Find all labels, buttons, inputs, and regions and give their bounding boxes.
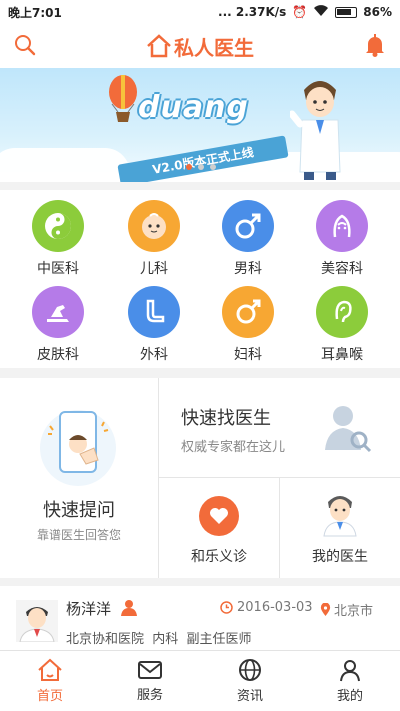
quick-ask-card[interactable]: 快速提问 靠谱医生回答您 (0, 378, 158, 578)
battery-icon (335, 6, 358, 18)
wifi-icon (313, 4, 329, 20)
clock-icon (220, 601, 233, 614)
location-pin-icon (320, 602, 331, 616)
find-doctor-card[interactable]: 快速找医生 权威专家都在这儿 (159, 378, 400, 477)
tab-mine[interactable]: 我的 (300, 651, 400, 711)
yin-yang-icon (32, 200, 84, 252)
house-icon (147, 34, 171, 58)
consult-date: 2016-03-03 (220, 600, 313, 615)
dept-item-gynecology[interactable]: 妇科 (198, 276, 298, 364)
dept-item-pediatrics[interactable]: 儿科 (104, 190, 204, 278)
tab-label: 资讯 (236, 689, 263, 704)
banner-headline: duang (138, 90, 249, 125)
female-symbol-icon (222, 286, 274, 338)
my-doctor-card[interactable]: 我的医生 (280, 478, 400, 578)
dept-label: 外科 (140, 347, 168, 363)
tab-label: 服务 (136, 688, 163, 703)
logo-text: 私人医生 (174, 35, 254, 60)
quick-ask-subtitle: 靠谱医生回答您 (36, 528, 121, 542)
find-doctor-title: 快速找医生 (181, 408, 271, 429)
dept-label: 耳鼻喉 (321, 347, 363, 363)
alarm-icon: ⏰ (292, 5, 308, 19)
doctor-list-item[interactable]: 杨洋洋 2016-03-03 北京市 北京协和医院 内科 副主任医师 (0, 586, 400, 650)
status-bar: 晚上7:01 ... 2.37K/s ⏰ 86% (0, 0, 400, 24)
doctor-illustration (290, 81, 341, 180)
app-header: 私人医生 (0, 24, 400, 68)
balloon-icon (109, 75, 137, 122)
tab-label: 首页 (36, 689, 63, 704)
dept-item-ent[interactable]: 耳鼻喉 (292, 276, 392, 364)
dept-label: 皮肤科 (37, 347, 79, 363)
battery-percent: 86% (363, 5, 392, 19)
dept-item-tcm[interactable]: 中医科 (8, 190, 108, 278)
dept-item-surgery[interactable]: 外科 (104, 276, 204, 364)
tab-label: 我的 (336, 689, 363, 704)
network-speed: ... 2.37K/s (218, 5, 287, 19)
leg-icon (128, 286, 180, 338)
ear-icon (316, 286, 368, 338)
user-icon (340, 660, 360, 682)
dept-label: 美容科 (321, 261, 363, 277)
doctor-avatar-icon (323, 496, 357, 537)
charity-clinic-card[interactable]: 和乐义诊 (159, 478, 279, 578)
doctor-name: 杨洋洋 (66, 598, 138, 619)
skin-hand-icon (32, 286, 84, 338)
dept-label: 中医科 (37, 261, 79, 277)
app-logo: 私人医生 (146, 32, 254, 61)
bottom-tab-bar: 首页 服务 资讯 我的 (0, 650, 400, 711)
tab-home[interactable]: 首页 (0, 651, 100, 711)
quick-ask-title: 快速提问 (43, 500, 115, 521)
heart-chat-icon (199, 496, 239, 536)
phone-tap-icon (40, 410, 116, 486)
tab-news[interactable]: 资讯 (200, 651, 300, 711)
mail-icon (138, 661, 162, 679)
status-time: 晚上7:01 (8, 5, 62, 20)
doctor-hospital-info: 北京协和医院 内科 副主任医师 (66, 632, 252, 647)
charity-clinic-label: 和乐义诊 (191, 549, 247, 565)
search-icon[interactable] (14, 34, 36, 60)
verified-doctor-icon (120, 600, 137, 616)
find-doctor-subtitle: 权威专家都在这儿 (181, 440, 286, 455)
female-face-icon (316, 200, 368, 252)
dept-item-cosmetic[interactable]: 美容科 (292, 190, 392, 278)
dept-item-dermatology[interactable]: 皮肤科 (8, 276, 108, 364)
my-doctor-label: 我的医生 (312, 549, 368, 565)
feature-grid: 快速提问 靠谱医生回答您 快速找医生 权威专家都在这儿 和乐义诊 我的医生 (0, 378, 400, 578)
dept-label: 妇科 (234, 347, 262, 363)
home-icon (38, 658, 62, 681)
doctor-avatar (16, 600, 58, 643)
dept-item-andrology[interactable]: 男科 (198, 190, 298, 278)
doctor-city: 北京市 (320, 600, 373, 619)
dept-label: 儿科 (140, 261, 168, 277)
doctor-search-icon (325, 406, 372, 453)
male-symbol-icon (222, 200, 274, 252)
banner-pager[interactable] (186, 164, 216, 170)
dept-label: 男科 (234, 261, 262, 277)
globe-icon (239, 659, 261, 681)
department-grid: 中医科 儿科 男科 美容科 皮肤科 外科 妇科 耳鼻喉 (0, 190, 400, 368)
bell-icon[interactable] (364, 33, 386, 61)
baby-face-icon (128, 200, 180, 252)
tab-service[interactable]: 服务 (100, 651, 200, 711)
